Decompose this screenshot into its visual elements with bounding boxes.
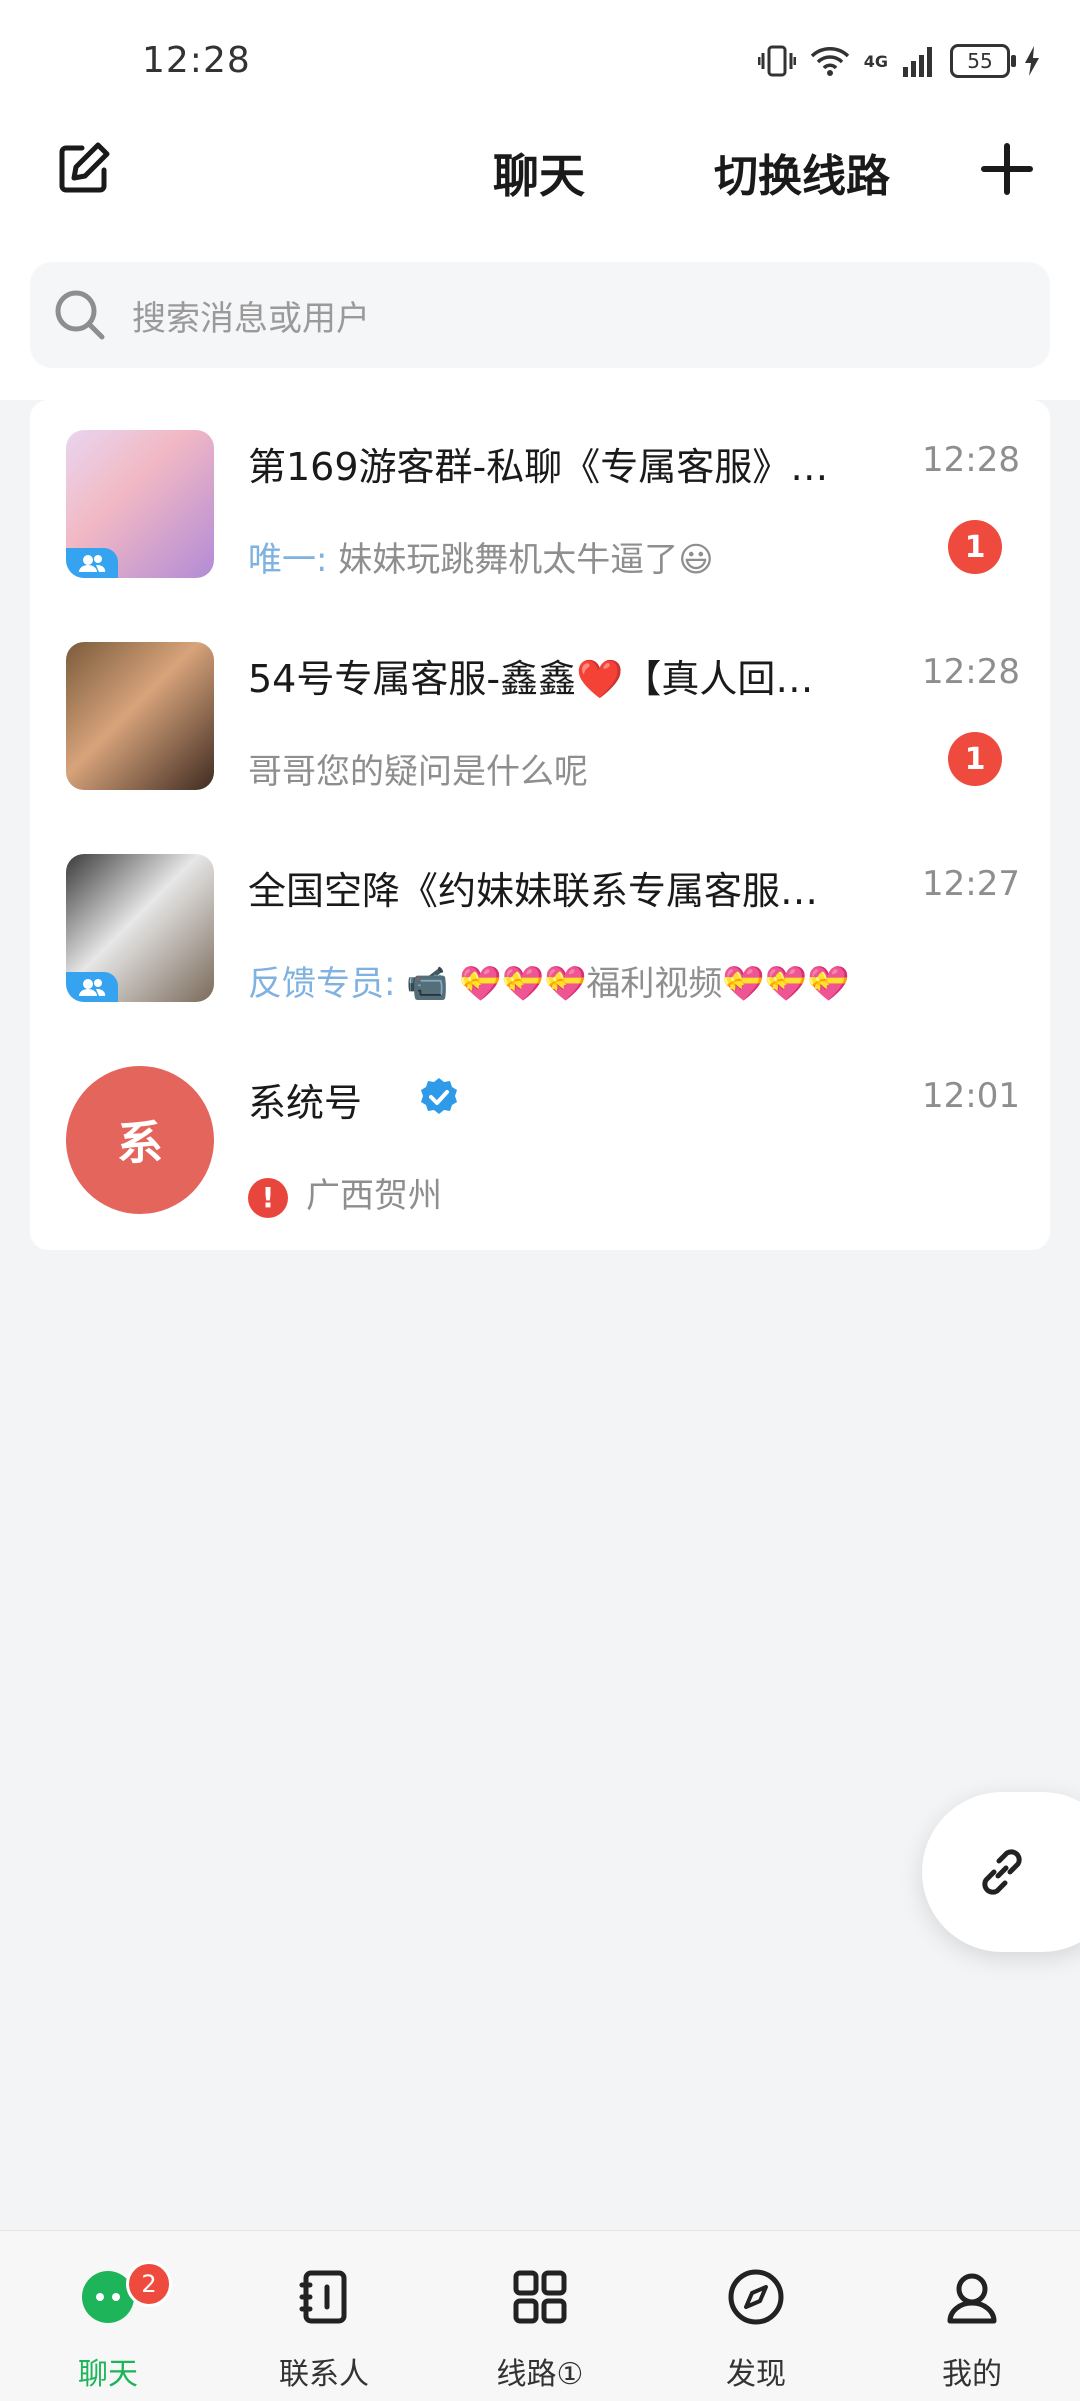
tab-discover[interactable]: 发现 (648, 2231, 864, 2401)
chat-row[interactable]: 全国空降《约妹妹联系专属客服… 12:27 反馈专员: 📹 💝💝💝福利视频💝💝💝 (30, 824, 1050, 1036)
charging-icon (1025, 46, 1039, 76)
add-icon[interactable] (980, 142, 1034, 196)
tab-contacts[interactable]: 联系人 (216, 2231, 432, 2401)
search-input[interactable]: 搜索消息或用户 (30, 262, 1050, 368)
tab-me[interactable]: 我的 (864, 2231, 1080, 2401)
unread-badge: 1 (948, 732, 1002, 786)
status-icons: 4G 55 (757, 44, 1040, 78)
nav-badge: 2 (126, 2261, 172, 2307)
chat-message: 广西贺州 (306, 1176, 442, 1216)
chat-preview: 反馈专员: 📹 💝💝💝福利视频💝💝💝 (248, 956, 849, 1005)
nav-label: 联系人 (279, 2357, 369, 2392)
search-placeholder: 搜索消息或用户 (132, 298, 370, 339)
chat-preview: 唯一: 妹妹玩跳舞机太牛逼了😃 (248, 532, 714, 581)
chat-row[interactable]: 系 系统号 12:01 ! 广西贺州 (30, 1036, 1050, 1248)
switch-route-button[interactable]: 切换线路 (714, 140, 890, 204)
network-type: 4G (863, 51, 888, 71)
unread-badge: 1 (948, 520, 1002, 574)
top-area: 12:28 4G 55 聊天 切换线路 搜索消息或用户 (0, 0, 1080, 400)
chat-list: 第169游客群-私聊《专属客服》… 12:28 唯一: 妹妹玩跳舞机太牛逼了😃 … (30, 400, 1050, 1250)
nav-label: 发现 (726, 2357, 786, 2392)
avatar (66, 854, 214, 1002)
verified-icon (421, 1078, 457, 1114)
chat-sender: 反馈专员: (248, 964, 396, 1004)
group-icon (66, 548, 118, 578)
chat-message: 妹妹玩跳舞机太牛逼了😃 (338, 540, 714, 580)
chat-message: 哥哥您的疑问是什么呢 (248, 752, 588, 792)
page-title: 聊天 (493, 149, 585, 203)
chat-sender: 唯一: (248, 540, 328, 580)
chat-name: 全国空降《约妹妹联系专属客服… (248, 869, 819, 913)
tab-routes[interactable]: 线路① (432, 2231, 648, 2401)
chat-message: 📹 💝💝💝福利视频💝💝💝 (406, 964, 850, 1004)
chat-preview: ! 广西贺州 (248, 1168, 442, 1218)
signal-icon (903, 47, 932, 77)
chat-name: 54号专属客服-鑫鑫❤️【真人回… (248, 657, 814, 701)
link-float-button[interactable] (922, 1792, 1080, 1952)
battery-indicator: 55 (950, 44, 1016, 78)
search-icon (55, 290, 105, 340)
nav-label: 线路① (496, 2357, 584, 2392)
chat-name: 系统号 (248, 1081, 363, 1125)
tab-chat[interactable]: 2 聊天 (0, 2231, 216, 2401)
compose-icon[interactable] (56, 140, 112, 196)
system-avatar: 系 (66, 1066, 214, 1214)
nav-label: 我的 (942, 2357, 1002, 2392)
bottom-nav: 2 聊天 联系人 线路① 发现 我的 (0, 2230, 1080, 2401)
wifi-icon (810, 47, 849, 76)
chat-preview: 哥哥您的疑问是什么呢 (248, 744, 588, 793)
vibrate-icon (757, 45, 796, 77)
chat-name: 第169游客群-私聊《专属客服》… (248, 445, 829, 489)
nav-label: 聊天 (78, 2357, 138, 2392)
contacts-icon (299, 2270, 347, 2324)
header: 聊天 切换线路 (0, 130, 1080, 250)
chat-row[interactable]: 54号专属客服-鑫鑫❤️【真人回… 12:28 哥哥您的疑问是什么呢 1 (30, 612, 1050, 824)
status-bar: 12:28 4G 55 (0, 0, 1080, 120)
group-icon (66, 972, 118, 1002)
alert-icon: ! (248, 1177, 288, 1218)
avatar (66, 642, 214, 790)
chat-time: 12:01 (922, 1076, 1020, 1116)
chat-time: 12:27 (922, 864, 1020, 904)
chat-row[interactable]: 第169游客群-私聊《专属客服》… 12:28 唯一: 妹妹玩跳舞机太牛逼了😃 … (30, 400, 1050, 612)
link-icon (982, 1849, 1022, 1895)
status-time: 12:28 (142, 40, 251, 81)
chat-time: 12:28 (922, 440, 1020, 480)
grid-icon (513, 2270, 567, 2324)
chat-time: 12:28 (922, 652, 1020, 692)
person-icon (947, 2273, 997, 2324)
compass-icon (728, 2269, 784, 2325)
avatar (66, 430, 214, 578)
